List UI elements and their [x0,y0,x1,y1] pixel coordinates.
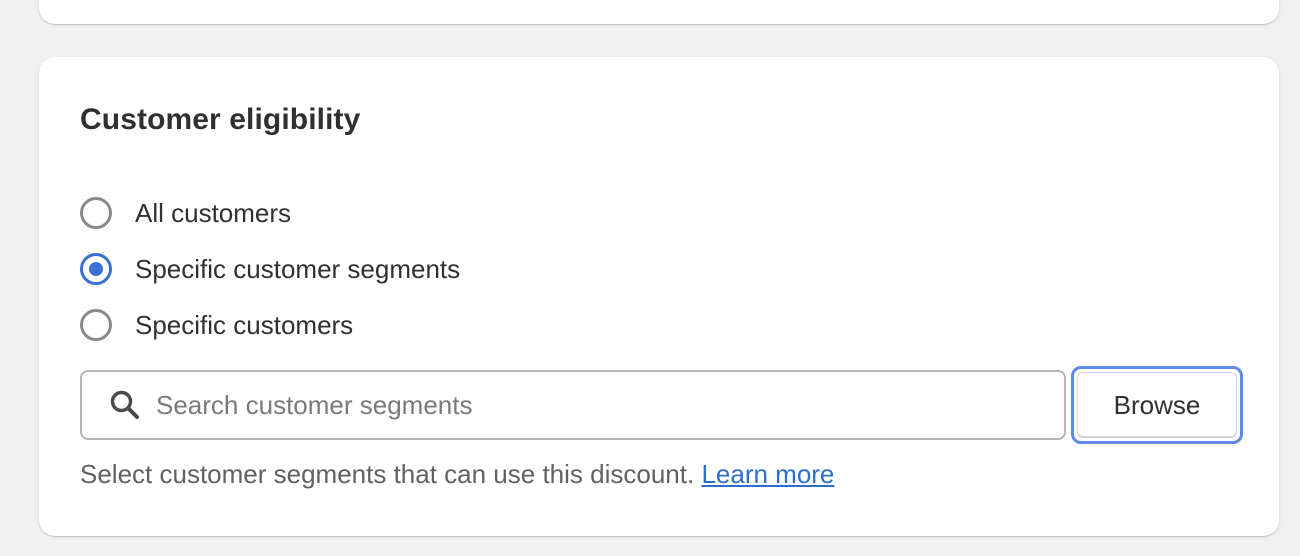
radio-specific-customer-segments[interactable]: Specific customer segments [80,249,460,289]
card-title: Customer eligibility [80,103,361,136]
browse-button-label: Browse [1077,372,1237,438]
previous-card [39,0,1279,24]
help-text-body: Select customer segments that can use th… [80,459,695,489]
radio-button-selected[interactable] [80,253,112,285]
radio-all-customers[interactable]: All customers [80,193,291,233]
radio-label: Specific customers [135,309,354,340]
learn-more-link[interactable]: Learn more [701,459,834,489]
radio-button[interactable] [80,197,112,229]
radio-button[interactable] [80,309,112,341]
radio-label: All customers [135,197,292,228]
search-icon [110,390,139,419]
radio-label: Specific customer segments [135,253,461,284]
help-text: Select customer segments that can use th… [80,459,834,490]
browse-button[interactable]: Browse [1071,366,1243,444]
search-field[interactable] [80,370,1066,440]
search-input[interactable] [156,389,1036,421]
customer-eligibility-card: Customer eligibility All customers Speci… [39,57,1279,536]
radio-specific-customers[interactable]: Specific customers [80,305,353,345]
